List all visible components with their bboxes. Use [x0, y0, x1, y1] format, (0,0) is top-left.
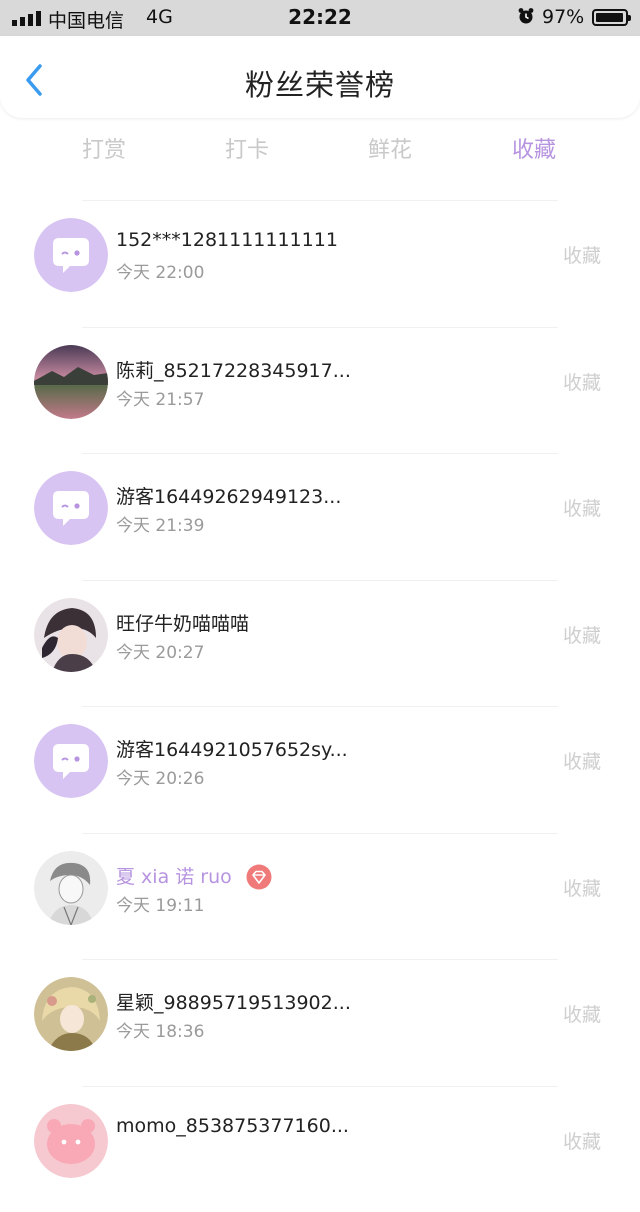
favorite-label: 收藏	[563, 368, 601, 395]
fan-name: 旺仔牛奶喵喵喵	[116, 609, 249, 636]
list-item[interactable]: 旺仔牛奶喵喵喵 今天 20:27 收藏	[0, 580, 640, 707]
tab-favorites[interactable]: 收藏	[484, 132, 584, 164]
tab-flowers[interactable]: 鲜花	[340, 132, 440, 164]
tab-check-in[interactable]: 打卡	[197, 132, 297, 164]
fan-ranking-list: 152***1281111111111 今天 22:00 收藏 陈莉_85217…	[0, 200, 640, 1212]
fan-name: 陈莉_85217228345917...	[116, 356, 351, 383]
favorite-label: 收藏	[563, 747, 601, 774]
tab-bar: 打赏 打卡 鲜花 收藏	[0, 132, 640, 170]
fan-time: 今天 20:26	[116, 764, 204, 789]
fan-name-text: 夏 xia 诺 ruo	[116, 866, 232, 888]
list-item[interactable]: 游客1644921057652sy... 今天 20:26 收藏	[0, 706, 640, 833]
fan-time: 今天 20:27	[116, 638, 204, 663]
favorite-label: 收藏	[563, 874, 601, 901]
list-item[interactable]: 游客16449262949123... 今天 21:39 收藏	[0, 453, 640, 580]
illustration-photo-avatar	[34, 977, 108, 1051]
favorite-label: 收藏	[563, 241, 601, 268]
battery-percentage: 97%	[542, 6, 584, 28]
list-item[interactable]: 152***1281111111111 今天 22:00 收藏	[0, 200, 640, 327]
fan-time: 今天 19:11	[116, 891, 204, 916]
fan-name: 游客1644921057652sy...	[116, 735, 348, 762]
list-item[interactable]: 夏 xia 诺 ruo 今天 19:11 收藏	[0, 833, 640, 960]
page-title: 粉丝荣誉榜	[0, 62, 640, 104]
tab-tip[interactable]: 打赏	[54, 132, 154, 164]
fan-name: 152***1281111111111	[116, 229, 338, 251]
favorite-label: 收藏	[563, 1000, 601, 1027]
default-chat-avatar	[34, 724, 108, 798]
fan-time: 今天 21:57	[116, 385, 204, 410]
favorite-label: 收藏	[563, 1127, 601, 1154]
list-item[interactable]: 陈莉_85217228345917... 今天 21:57 收藏	[0, 327, 640, 454]
favorite-label: 收藏	[563, 494, 601, 521]
navigation-bar: 粉丝荣誉榜	[0, 36, 640, 118]
fan-time: 今天 22:00	[116, 258, 204, 283]
fan-name: 星颖_98895719513902...	[116, 988, 351, 1015]
anime-photo-avatar	[34, 598, 108, 672]
pink-cartoon-avatar	[34, 1104, 108, 1178]
default-chat-avatar	[34, 471, 108, 545]
fan-name: 夏 xia 诺 ruo	[116, 862, 272, 891]
fan-name: 游客16449262949123...	[116, 482, 341, 509]
status-bar: 中国电信 4G 22:22 97%	[0, 0, 640, 36]
list-item[interactable]: momo_853875377160... 收藏	[0, 1086, 640, 1212]
list-item[interactable]: 星颖_98895719513902... 今天 18:36 收藏	[0, 959, 640, 1086]
battery-icon	[592, 9, 628, 26]
fan-name: momo_853875377160...	[116, 1115, 349, 1137]
alarm-clock-icon	[517, 7, 535, 25]
sketch-photo-avatar	[34, 851, 108, 925]
fan-time: 今天 18:36	[116, 1017, 204, 1042]
default-chat-avatar	[34, 218, 108, 292]
vip-diamond-icon	[246, 864, 272, 890]
favorite-label: 收藏	[563, 621, 601, 648]
landscape-photo-avatar	[34, 345, 108, 419]
fan-time: 今天 21:39	[116, 511, 204, 536]
